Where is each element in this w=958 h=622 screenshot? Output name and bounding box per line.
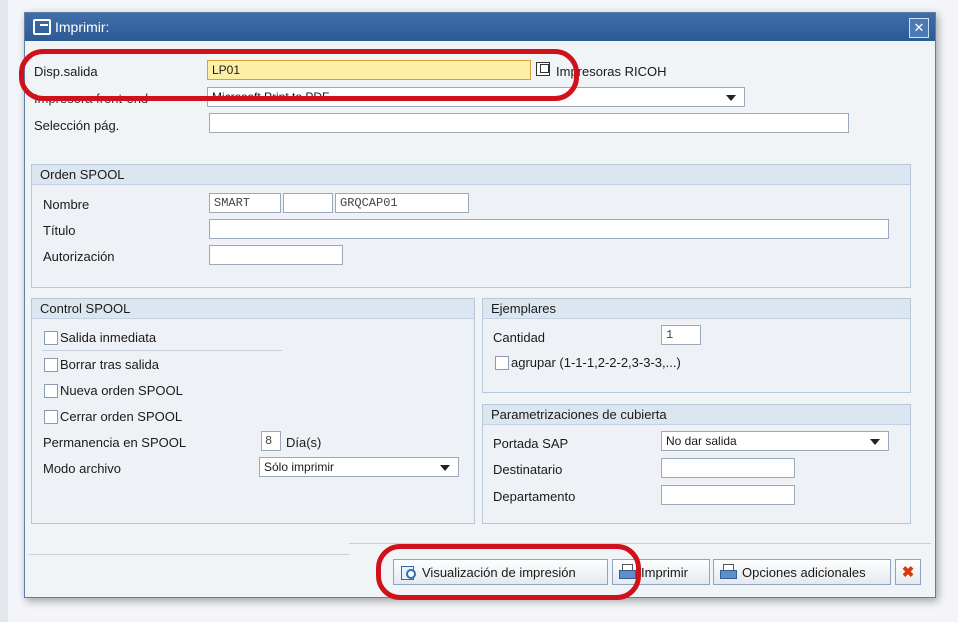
- collate-checkbox[interactable]: [495, 356, 509, 370]
- retention-unit-label: Día(s): [286, 435, 322, 450]
- new-spool-order-label: Nueva orden SPOOL: [60, 383, 183, 398]
- spool-control-header: Control SPOOL: [32, 299, 474, 319]
- authorization-label: Autorización: [43, 249, 115, 264]
- new-spool-order-checkbox[interactable]: [44, 384, 58, 398]
- footer-divider-right: [349, 543, 931, 544]
- close-button[interactable]: ✕: [909, 18, 929, 38]
- spool-name-part-3[interactable]: GRQCAP01: [335, 193, 469, 213]
- printer-icon: [619, 564, 636, 580]
- close-spool-order-checkbox[interactable]: [44, 410, 58, 424]
- collate-label: agrupar (1-1-1,2-2-2,3-3-3,...): [511, 355, 681, 370]
- page-selection-label: Selección pág.: [34, 118, 120, 133]
- spool-name-part-1[interactable]: SMART: [209, 193, 281, 213]
- frontend-printer-dropdown[interactable]: Microsoft Print to PDF: [207, 87, 745, 107]
- department-label: Departamento: [493, 489, 576, 504]
- print-window-icon: [33, 19, 51, 35]
- background-strip: [0, 0, 8, 622]
- sap-cover-dropdown[interactable]: No dar salida: [661, 431, 889, 451]
- print-preview-label: Visualización de impresión: [422, 564, 576, 580]
- additional-options-label: Opciones adicionales: [742, 564, 866, 580]
- title-bar: Imprimir: ✕: [25, 13, 935, 41]
- footer-divider: [29, 554, 349, 555]
- print-preview-icon: [400, 564, 416, 580]
- copy-icon: [540, 64, 549, 73]
- cancel-icon: ✖: [901, 564, 915, 581]
- output-device-description: Impresoras RICOH: [556, 64, 667, 79]
- immediate-output-checkbox[interactable]: [44, 331, 58, 345]
- archive-mode-dropdown[interactable]: Sólo imprimir: [259, 457, 459, 477]
- quantity-input[interactable]: 1: [661, 325, 701, 345]
- page-selection-input[interactable]: [209, 113, 849, 133]
- additional-options-button[interactable]: Opciones adicionales: [713, 559, 891, 585]
- output-device-label: Disp.salida: [34, 64, 98, 79]
- printer-options-icon: [720, 564, 737, 580]
- close-spool-order-label: Cerrar orden SPOOL: [60, 409, 183, 424]
- delete-after-output-checkbox[interactable]: [44, 358, 58, 372]
- archive-mode-value: Sólo imprimir: [264, 460, 335, 474]
- quantity-label: Cantidad: [493, 330, 546, 345]
- retention-days-input[interactable]: 8: [261, 431, 281, 451]
- spool-name-part-2[interactable]: [283, 193, 333, 213]
- retention-label: Permanencia en SPOOL: [43, 435, 187, 450]
- copies-header: Ejemplares: [483, 299, 910, 319]
- sap-cover-label: Portada SAP: [493, 436, 569, 451]
- divider: [42, 350, 282, 351]
- recipient-input[interactable]: [661, 458, 795, 478]
- sap-cover-value: No dar salida: [666, 434, 737, 448]
- print-preview-button[interactable]: Visualización de impresión: [393, 559, 608, 585]
- print-button[interactable]: Imprimir: [612, 559, 710, 585]
- output-device-input[interactable]: LP01: [207, 60, 531, 80]
- spool-order-header: Orden SPOOL: [32, 165, 910, 185]
- immediate-output-label: Salida inmediata: [60, 330, 157, 345]
- print-label: Imprimir: [641, 564, 688, 580]
- spool-name-label: Nombre: [43, 197, 90, 212]
- frontend-printer-label: Impresora front-end: [34, 91, 149, 106]
- delete-after-output-label: Borrar tras salida: [60, 357, 159, 372]
- frontend-printer-value: Microsoft Print to PDF: [212, 90, 330, 104]
- department-input[interactable]: [661, 485, 795, 505]
- search-help-button[interactable]: [536, 62, 550, 76]
- dialog-title: Imprimir:: [55, 19, 110, 35]
- spool-title-input[interactable]: [209, 219, 889, 239]
- cancel-button[interactable]: ✖: [895, 559, 921, 585]
- copies-group: Ejemplares: [482, 298, 911, 393]
- close-icon: ✕: [913, 20, 925, 35]
- authorization-input[interactable]: [209, 245, 343, 265]
- archive-mode-label: Modo archivo: [43, 461, 122, 476]
- recipient-label: Destinatario: [493, 462, 563, 477]
- cover-settings-header: Parametrizaciones de cubierta: [483, 405, 910, 425]
- print-dialog: Imprimir: ✕ Disp.salida LP01 Impresoras …: [19, 12, 936, 600]
- spool-title-label: Título: [43, 223, 76, 238]
